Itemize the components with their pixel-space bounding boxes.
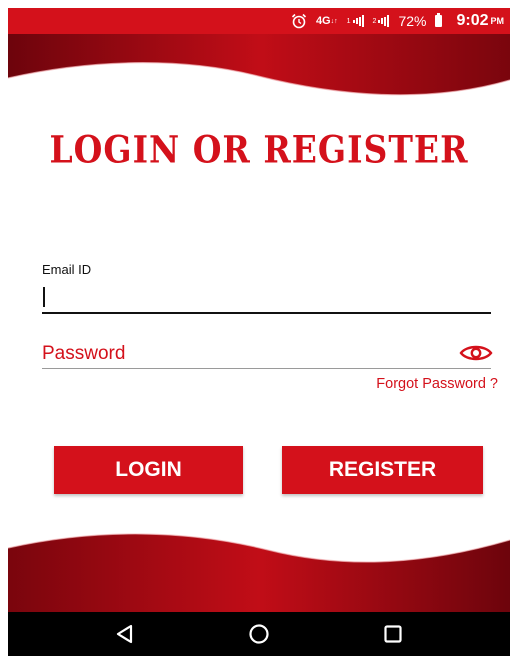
register-button[interactable]: REGISTER	[282, 446, 483, 494]
signal-icon: 2	[373, 15, 390, 27]
password-field[interactable]	[42, 340, 491, 369]
battery-icon	[435, 13, 443, 27]
eye-icon[interactable]	[459, 342, 493, 364]
clock: 9:02 PM	[456, 12, 504, 30]
data-arrows-icon: ↓↑	[330, 17, 338, 25]
navigation-bar	[8, 612, 510, 656]
screen: 4G ↓↑ 1 2 72% 9:02 PM LOGIN OR REGISTER …	[8, 8, 510, 656]
clock-time: 9:02	[456, 12, 489, 29]
login-button[interactable]: LOGIN	[54, 446, 243, 494]
status-bar: 4G ↓↑ 1 2 72% 9:02 PM	[8, 8, 510, 34]
network-type-label: 4G	[315, 15, 331, 27]
clock-ampm: PM	[490, 16, 505, 26]
page-title: LOGIN OR REGISTER	[49, 127, 469, 172]
bottom-wave-decoration	[8, 533, 510, 612]
text-cursor	[43, 287, 45, 307]
battery-group	[435, 13, 447, 27]
home-icon	[249, 624, 269, 644]
back-button[interactable]	[105, 618, 145, 650]
sim1-label: 1	[346, 17, 351, 25]
signal-icon: 1	[347, 15, 364, 27]
forgot-password-link[interactable]: Forgot Password ?	[376, 376, 498, 392]
battery-percent: 72%	[398, 13, 427, 29]
back-icon	[116, 624, 133, 644]
network-type: 4G ↓↑	[315, 15, 338, 27]
sim2-label: 2	[372, 17, 377, 25]
email-field[interactable]	[42, 284, 491, 314]
alarm-icon	[291, 13, 307, 29]
email-label: Email ID	[42, 262, 92, 277]
top-wave-decoration	[8, 34, 510, 96]
recents-icon	[384, 625, 402, 643]
home-button[interactable]	[239, 618, 279, 650]
recents-button[interactable]	[373, 618, 413, 650]
